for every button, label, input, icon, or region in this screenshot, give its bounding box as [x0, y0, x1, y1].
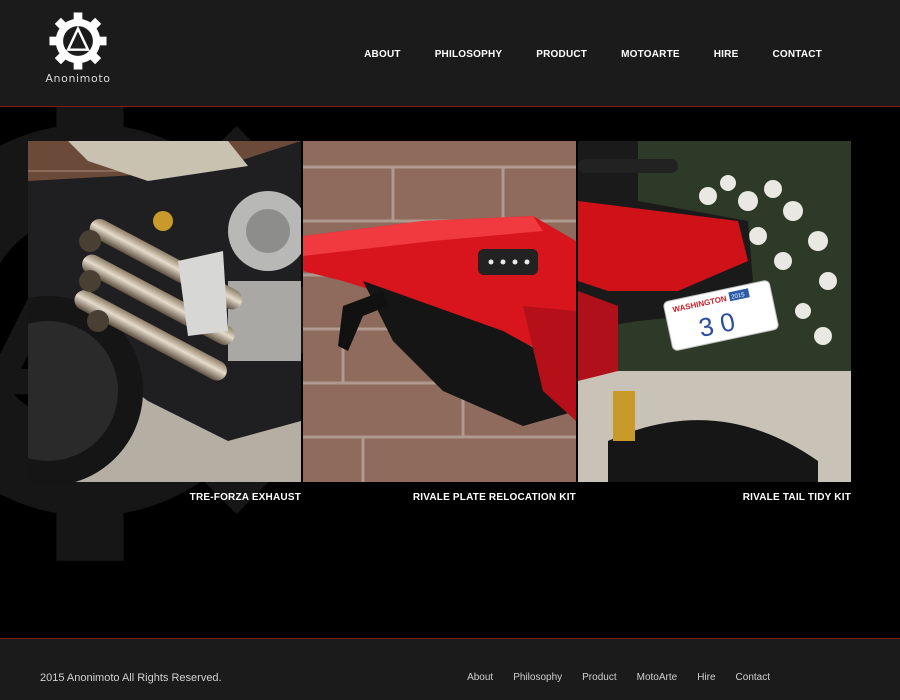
footer-link-philosophy[interactable]: Philosophy: [513, 672, 562, 683]
nav-item-motoarte[interactable]: MOTOARTE: [621, 49, 680, 60]
tail-light-photo: [303, 141, 576, 482]
logo[interactable]: Anonimoto: [40, 10, 116, 90]
product-gallery: WASHINGTON 2015 3 0 TRE-FORZA EXHAUST RI…: [28, 141, 851, 503]
page: Anonimoto ABOUT PHILOSOPHY PRODUCT MOTOA…: [0, 0, 900, 700]
site-header: Anonimoto ABOUT PHILOSOPHY PRODUCT MOTOA…: [0, 0, 900, 107]
product-tile-exhaust[interactable]: [28, 141, 301, 482]
footer-link-hire[interactable]: Hire: [697, 672, 715, 683]
footer-nav: About Philosophy Product MotoArte Hire C…: [447, 672, 770, 683]
nav-item-philosophy[interactable]: PHILOSOPHY: [435, 49, 503, 60]
nav-item-contact[interactable]: CONTACT: [772, 49, 822, 60]
nav-item-hire[interactable]: HIRE: [714, 49, 739, 60]
footer-link-product[interactable]: Product: [582, 672, 616, 683]
main-nav: ABOUT PHILOSOPHY PRODUCT MOTOARTE HIRE C…: [330, 49, 822, 60]
product-tile-plate-relocation[interactable]: [303, 141, 576, 482]
product-captions: TRE-FORZA EXHAUST RIVALE PLATE RELOCATIO…: [28, 492, 851, 503]
gear-logo-icon: [49, 12, 107, 70]
nav-item-about[interactable]: ABOUT: [364, 49, 401, 60]
nav-item-product[interactable]: PRODUCT: [536, 49, 587, 60]
product-caption-plate-relocation[interactable]: RIVALE PLATE RELOCATION KIT: [303, 492, 576, 503]
copyright-text: 2015 Anonimoto All Rights Reserved.: [40, 672, 222, 684]
exhaust-photo: [28, 141, 301, 482]
product-caption-exhaust[interactable]: TRE-FORZA EXHAUST: [28, 492, 301, 503]
footer-link-about[interactable]: About: [467, 672, 493, 683]
footer-link-contact[interactable]: Contact: [736, 672, 770, 683]
license-plate-photo: WASHINGTON 2015 3 0: [578, 141, 851, 482]
product-caption-tail-tidy[interactable]: RIVALE TAIL TIDY KIT: [578, 492, 851, 503]
product-tile-tail-tidy[interactable]: WASHINGTON 2015 3 0: [578, 141, 851, 482]
footer-link-motoarte[interactable]: MotoArte: [637, 672, 678, 683]
logo-text: Anonimoto: [45, 72, 111, 85]
site-footer: 2015 Anonimoto All Rights Reserved. Abou…: [0, 638, 900, 700]
